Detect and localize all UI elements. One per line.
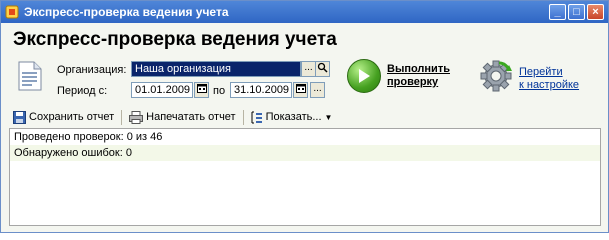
date-to-calendar-button[interactable] (293, 82, 308, 98)
settings-action[interactable]: Перейти к настройке (479, 59, 579, 98)
report-toolbar: Сохранить отчет Напечатать отчет Показат… (9, 107, 601, 127)
report-row: Обнаружено ошибок: 0 (10, 145, 600, 161)
print-icon (129, 110, 144, 124)
organization-label: Организация: (57, 64, 127, 76)
organization-select-button[interactable]: ... (301, 61, 316, 77)
save-report-button[interactable]: Сохранить отчет (9, 108, 118, 126)
print-report-button[interactable]: Напечатать отчет (125, 108, 239, 126)
page-title: Экспресс-проверка ведения учета (13, 29, 337, 50)
report-area[interactable]: Проведено проверок: 0 из 46 Обнаружено о… (9, 128, 601, 226)
save-report-label: Сохранить отчет (29, 111, 115, 123)
show-dropdown-label: Показать... (265, 111, 322, 123)
print-report-label: Напечатать отчет (146, 111, 236, 123)
save-icon (13, 110, 26, 124)
period-select-button[interactable]: ... (310, 82, 325, 98)
organization-field[interactable]: Наша организация (131, 61, 301, 77)
calendar-icon (196, 84, 207, 93)
show-list-icon (251, 111, 263, 124)
run-check-link-line2[interactable]: проверку (387, 76, 450, 89)
run-check-action[interactable]: Выполнить проверку (347, 59, 450, 93)
run-check-link-line1[interactable]: Выполнить (387, 63, 450, 76)
play-icon (347, 59, 381, 93)
document-icon (18, 61, 42, 96)
close-button[interactable]: × (587, 4, 604, 20)
report-row: Проведено проверок: 0 из 46 (14, 131, 163, 143)
gear-icon (479, 59, 513, 98)
date-to-field[interactable]: 31.10.2009 (230, 82, 292, 98)
chevron-down-icon: ▼ (324, 112, 333, 122)
organization-search-button[interactable] (315, 61, 330, 77)
period-label: Период с: (57, 85, 108, 97)
to-label: по (213, 85, 226, 97)
date-from-field[interactable]: 01.01.2009 (131, 82, 193, 98)
calendar-icon (295, 84, 306, 93)
magnifier-icon (317, 62, 328, 73)
settings-link-line1[interactable]: Перейти (519, 66, 579, 79)
toolbar-divider (242, 109, 244, 125)
toolbar-divider (121, 109, 123, 125)
settings-link-line2[interactable]: к настройке (519, 79, 579, 92)
app-icon (5, 5, 19, 19)
maximize-button[interactable]: □ (568, 4, 585, 20)
app-window: Экспресс-проверка ведения учета _ □ × Эк… (0, 0, 609, 233)
date-from-calendar-button[interactable] (194, 82, 209, 98)
minimize-button[interactable]: _ (549, 4, 566, 20)
window-title: Экспресс-проверка ведения учета (24, 5, 229, 19)
title-bar[interactable]: Экспресс-проверка ведения учета _ □ × (1, 1, 608, 23)
show-dropdown-button[interactable]: Показать... ▼ (247, 108, 337, 126)
